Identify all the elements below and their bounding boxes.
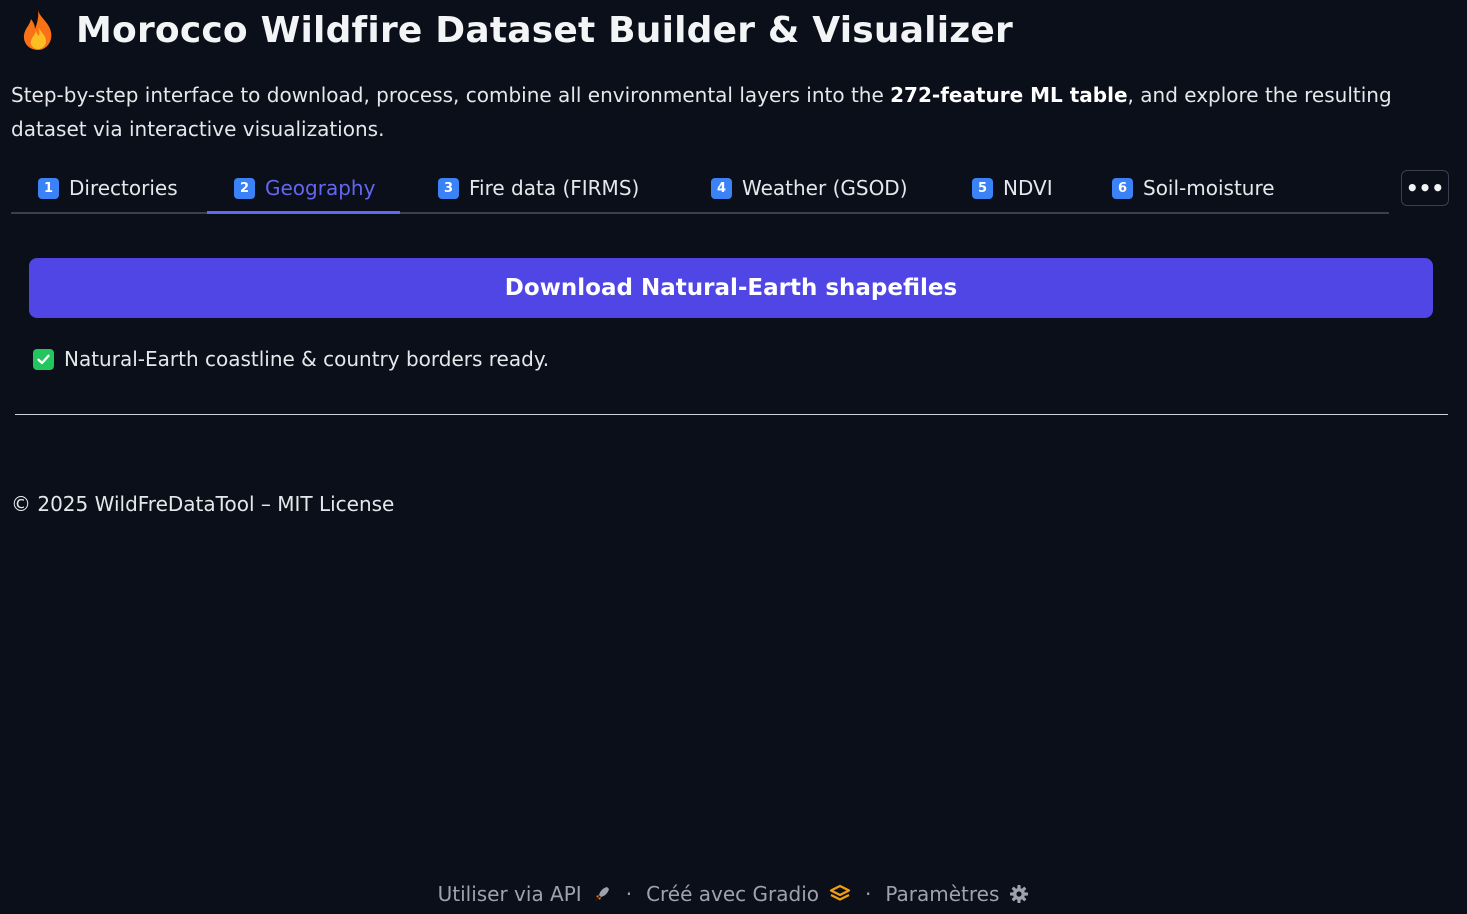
gear-icon <box>1010 885 1029 903</box>
tab-label: NDVI <box>1003 176 1053 200</box>
tab-ndvi[interactable]: 5 NDVI <box>972 164 1053 212</box>
description-bold-text: 272-feature ML table <box>890 83 1128 107</box>
status-message: Natural-Earth coastline & country border… <box>33 344 549 374</box>
description-text-start: Step-by-step interface to download, proc… <box>11 83 891 107</box>
footer: Utiliser via API · Créé avec Gradio · Pa… <box>0 878 1467 910</box>
number-3-icon: 3 <box>438 177 459 199</box>
number-2-icon: 2 <box>234 177 255 199</box>
built-with-gradio-label: Créé avec Gradio <box>646 882 819 906</box>
rocket-icon <box>594 887 609 902</box>
copyright-text: © 2025 WildFreDataTool – MIT License <box>11 492 395 516</box>
settings-label: Paramètres <box>885 882 1000 906</box>
horizontal-divider <box>15 414 1448 415</box>
built-with-gradio-link[interactable]: Créé avec Gradio <box>646 882 851 906</box>
number-4-icon: 4 <box>711 177 732 199</box>
tab-soil-moisture[interactable]: 6 Soil-moisture <box>1112 164 1275 212</box>
tab-geography[interactable]: 2 Geography <box>206 164 401 214</box>
footer-separator: · <box>625 882 633 906</box>
page-title: Morocco Wildfire Dataset Builder & Visua… <box>76 9 1013 51</box>
gradio-logo-icon <box>829 884 851 901</box>
tab-label: Weather (GSOD) <box>742 176 908 200</box>
footer-separator: · <box>865 882 872 906</box>
tab-label: Fire data (FIRMS) <box>469 176 640 200</box>
flame-icon <box>23 10 52 50</box>
use-api-label: Utiliser via API <box>437 882 582 906</box>
tab-label: Soil-moisture <box>1143 176 1275 200</box>
tab-fire-data[interactable]: 3 Fire data (FIRMS) <box>438 164 639 212</box>
tab-directories[interactable]: 1 Directories <box>38 164 178 212</box>
number-6-icon: 6 <box>1112 177 1133 199</box>
number-5-icon: 5 <box>972 177 993 199</box>
number-1-icon: 1 <box>38 177 59 199</box>
settings-link[interactable]: Paramètres <box>885 882 1029 906</box>
tab-weather[interactable]: 4 Weather (GSOD) <box>711 164 908 212</box>
app-header: Morocco Wildfire Dataset Builder & Visua… <box>18 6 1013 54</box>
app-page: Morocco Wildfire Dataset Builder & Visua… <box>0 0 1467 914</box>
tab-label: Directories <box>69 176 178 200</box>
use-api-link[interactable]: Utiliser via API <box>438 882 612 906</box>
tab-label: Geography <box>265 176 376 200</box>
download-shapefiles-button[interactable]: Download Natural-Earth shapefiles <box>29 258 1433 318</box>
status-text: Natural-Earth coastline & country border… <box>64 347 550 371</box>
check-icon <box>33 348 54 370</box>
tab-bar: 1 Directories 2 Geography 3 Fire data (F… <box>11 164 1389 214</box>
more-tabs-button[interactable]: ••• <box>1401 170 1449 206</box>
page-description: Step-by-step interface to download, proc… <box>11 78 1456 146</box>
